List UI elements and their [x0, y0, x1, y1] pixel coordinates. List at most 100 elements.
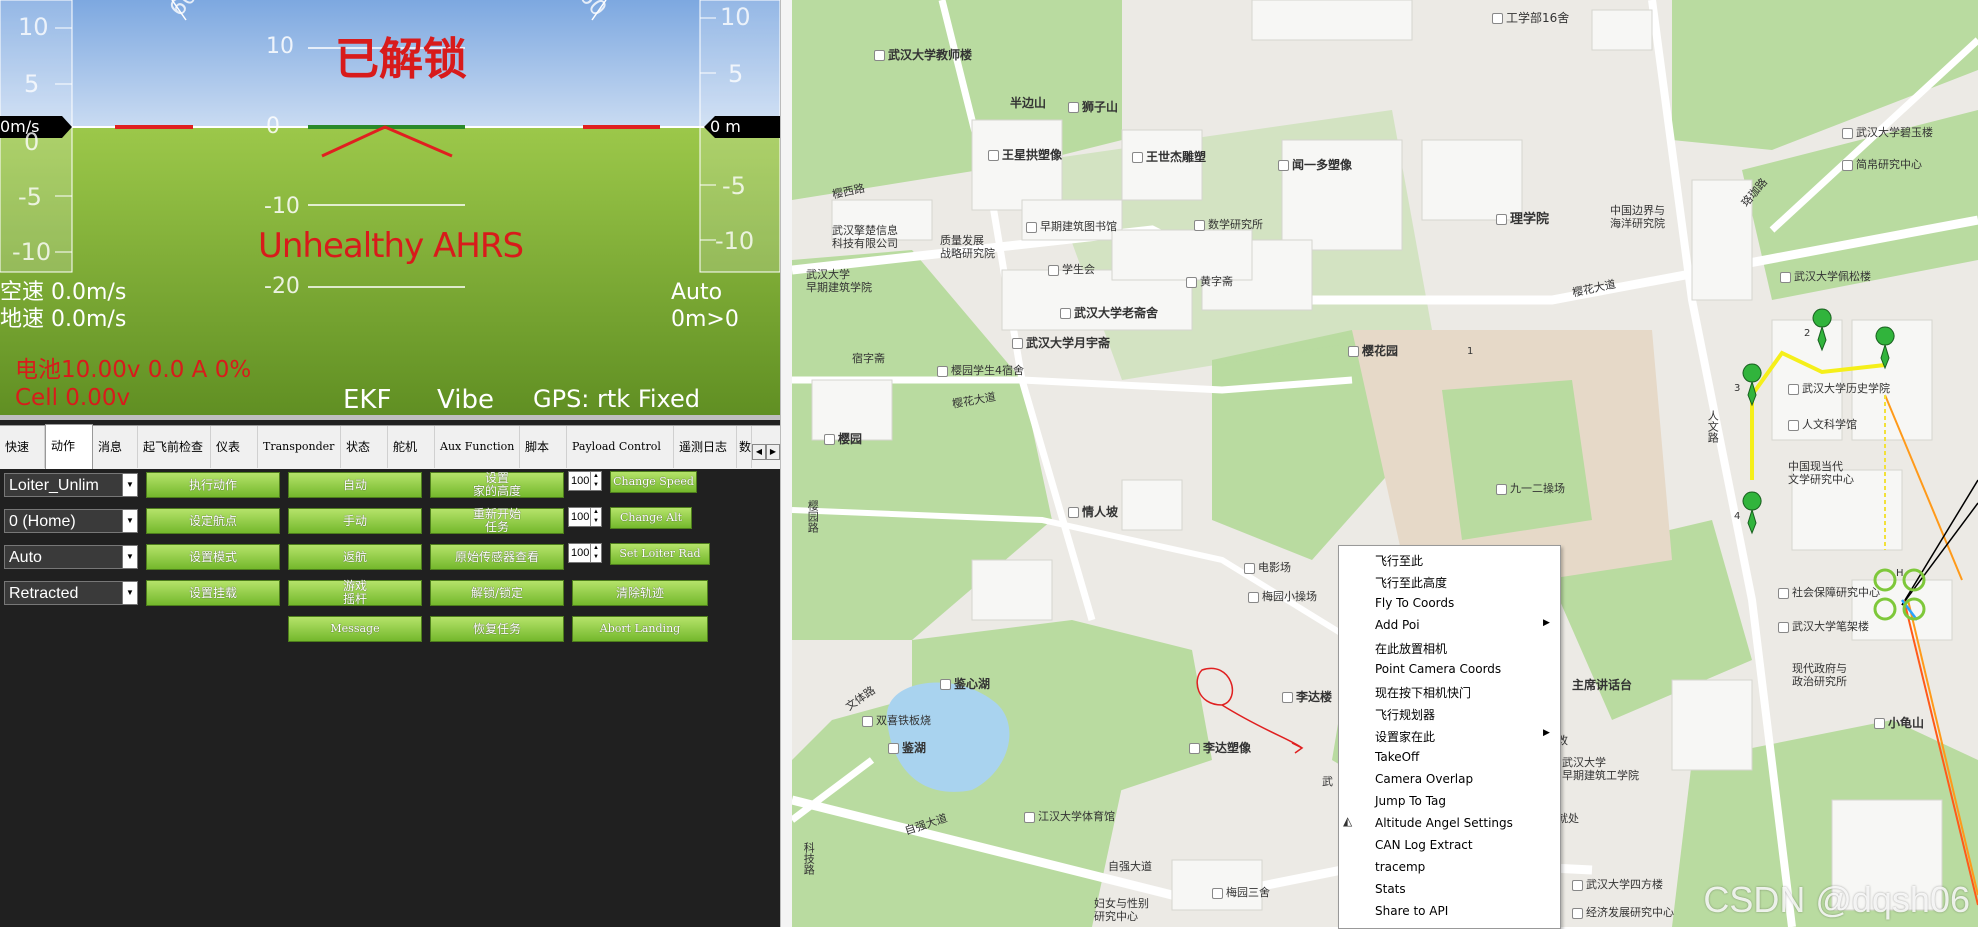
waypoint-3-label[interactable]: 3 [1734, 383, 1740, 395]
auto-button[interactable]: 自动 [288, 472, 422, 498]
set-mount-button[interactable]: 设置挂载 [146, 580, 280, 606]
menu-set-home[interactable]: 设置家在此 ▶ [1375, 728, 1550, 745]
map-label: 武汉大学四方楼 [1572, 878, 1663, 891]
rtl-button[interactable]: 返航 [288, 544, 422, 570]
ahrs-warning: Unhealthy AHRS [258, 226, 524, 266]
arm-disarm-button[interactable]: 解锁/锁定 [430, 580, 564, 606]
clear-track-button[interactable]: 清除轨迹 [572, 580, 708, 606]
left-tick-m10: -10 [12, 238, 52, 266]
menu-gutter [1339, 546, 1363, 928]
tab-quick[interactable]: 快速 [0, 426, 45, 468]
menu-add-poi[interactable]: Add Poi ▶ [1375, 618, 1550, 632]
menu-trigger-shutter[interactable]: 现在按下相机快门 [1375, 684, 1471, 701]
menu-share-to-api[interactable]: Share to API [1375, 904, 1448, 918]
tab-left-arrow-icon[interactable]: ◀ [752, 444, 766, 460]
map-label: 主席讲话台 [1572, 678, 1633, 692]
tab-status[interactable]: 状态 [341, 426, 388, 468]
message-button[interactable]: Message [288, 616, 422, 642]
speed-input[interactable]: 100 ▲ ▼ [568, 471, 602, 491]
spinner-icon[interactable]: ▲ ▼ [590, 472, 601, 490]
waypoint-2-label[interactable]: 2 [1804, 328, 1810, 340]
waypoint-4-label[interactable]: 4 [1734, 511, 1740, 523]
menu-jump-to-tag[interactable]: Jump To Tag [1375, 794, 1446, 808]
tab-gauges[interactable]: 仪表 [211, 426, 258, 468]
change-speed-button[interactable]: Change Speed [610, 471, 697, 493]
set-waypoint-button[interactable]: 设定航点 [146, 508, 280, 534]
tab-actions[interactable]: 动作 [45, 424, 93, 469]
tab-telemetry-logs[interactable]: 遥测日志 [674, 426, 737, 468]
mode-select[interactable]: Auto ▼ [4, 545, 138, 569]
dropdown-arrow-icon[interactable]: ▼ [122, 546, 137, 568]
menu-takeoff[interactable]: TakeOff [1375, 750, 1419, 764]
resume-mission-button[interactable]: 恢复任务 [430, 616, 564, 642]
ekf-indicator[interactable]: EKF [343, 387, 391, 413]
loiter-rad-input[interactable]: 100 ▲ ▼ [568, 543, 602, 563]
abort-landing-button[interactable]: Abort Landing [572, 616, 708, 642]
tab-payload-control[interactable]: Payload Control [567, 426, 674, 468]
tab-servo[interactable]: 舵机 [388, 426, 435, 468]
map-label: 武汉大学佩松楼 [1780, 270, 1871, 283]
spinner-icon[interactable]: ▲ ▼ [590, 508, 601, 526]
tab-preflight[interactable]: 起飞前检查 [138, 426, 211, 468]
menu-camera-overlap[interactable]: Camera Overlap [1375, 772, 1473, 786]
map-label: 早期建筑图书馆 [1026, 220, 1117, 233]
poi-icon [1778, 587, 1789, 599]
groundspeed-readout: 地速 0.0m/s [0, 307, 127, 332]
poi-icon [824, 434, 835, 445]
menu-stats[interactable]: Stats [1375, 882, 1406, 896]
map-label: 九一二操场 [1496, 482, 1565, 495]
menu-can-log-extract[interactable]: CAN Log Extract [1375, 838, 1473, 852]
tab-messages[interactable]: 消息 [93, 426, 138, 468]
map-label: 宿字斋 [852, 352, 885, 365]
change-alt-button[interactable]: Change Alt [610, 507, 692, 529]
menu-tracemp[interactable]: tracemp [1375, 860, 1425, 874]
mount-select[interactable]: Retracted ▼ [4, 581, 138, 605]
tab-aux-function[interactable]: Aux Function [435, 426, 520, 468]
restart-mission-button[interactable]: 重新开始 任务 [430, 508, 564, 534]
set-home-alt-button[interactable]: 设置 家的高度 [430, 472, 564, 498]
mode-select-value: Auto [9, 549, 42, 566]
spinner-icon[interactable]: ▲ ▼ [590, 544, 601, 562]
map-label: 学生会 [1048, 263, 1095, 276]
tab-more[interactable]: 数 [737, 426, 752, 468]
map-label: 理学院 [1496, 212, 1549, 228]
action-select[interactable]: Loiter_Unlim ▼ [4, 473, 138, 497]
do-action-button[interactable]: 执行动作 [146, 472, 280, 498]
menu-fly-here-alt[interactable]: 飞行至此高度 [1375, 574, 1447, 591]
tab-right-arrow-icon[interactable]: ▶ [766, 444, 780, 460]
map-label: 简帛研究中心 [1842, 158, 1922, 171]
map-label: 武 [1322, 775, 1333, 788]
poi-icon [937, 365, 948, 377]
joystick-button[interactable]: 游戏 摇杆 [288, 580, 422, 606]
dropdown-arrow-icon[interactable]: ▼ [122, 582, 137, 604]
alt-input[interactable]: 100 ▲ ▼ [568, 507, 602, 527]
menu-fly-to-coords[interactable]: Fly To Coords [1375, 596, 1454, 610]
dropdown-arrow-icon[interactable]: ▼ [122, 474, 137, 496]
map-label: 武汉擎楚信息 科技有限公司 [832, 224, 898, 251]
vibe-indicator[interactable]: Vibe [437, 387, 494, 413]
poi-icon [888, 743, 899, 754]
menu-fly-here[interactable]: 飞行至此 [1375, 552, 1423, 569]
raw-sensor-view-button[interactable]: 原始传感器查看 [430, 544, 564, 570]
menu-flight-planner[interactable]: 飞行规划器 [1375, 706, 1435, 723]
manual-button[interactable]: 手动 [288, 508, 422, 534]
menu-point-camera-coords[interactable]: Point Camera Coords [1375, 662, 1501, 676]
flight-data-panel: 0m/s 0 m 10 5 0 -5 -10 10 5 -5 -10 60 60… [0, 0, 780, 927]
map-label: 数学研究所 [1194, 218, 1263, 231]
poi-icon [1212, 887, 1223, 899]
waypoint-1-label[interactable]: 1 [1467, 346, 1473, 358]
map-label: 鉴湖 [888, 741, 926, 755]
tab-scripts[interactable]: 脚本 [520, 426, 567, 468]
set-loiter-rad-button[interactable]: Set Loiter Rad [610, 543, 710, 565]
menu-altitude-angel[interactable]: Altitude Angel Settings [1375, 816, 1513, 830]
poi-icon [988, 150, 999, 161]
menu-place-camera[interactable]: 在此放置相机 [1375, 640, 1447, 657]
airspeed-readout: 空速 0.0m/s [0, 280, 127, 305]
waypoint-select[interactable]: 0 (Home) ▼ [4, 509, 138, 533]
tab-transponder[interactable]: Transponder [258, 426, 341, 468]
home-marker-label[interactable]: H [1896, 568, 1904, 580]
dropdown-arrow-icon[interactable]: ▼ [122, 510, 137, 532]
watermark: CSDN @dqsh06 [1703, 879, 1970, 920]
waypoint-select-value: 0 (Home) [9, 513, 76, 530]
set-mode-button[interactable]: 设置模式 [146, 544, 280, 570]
